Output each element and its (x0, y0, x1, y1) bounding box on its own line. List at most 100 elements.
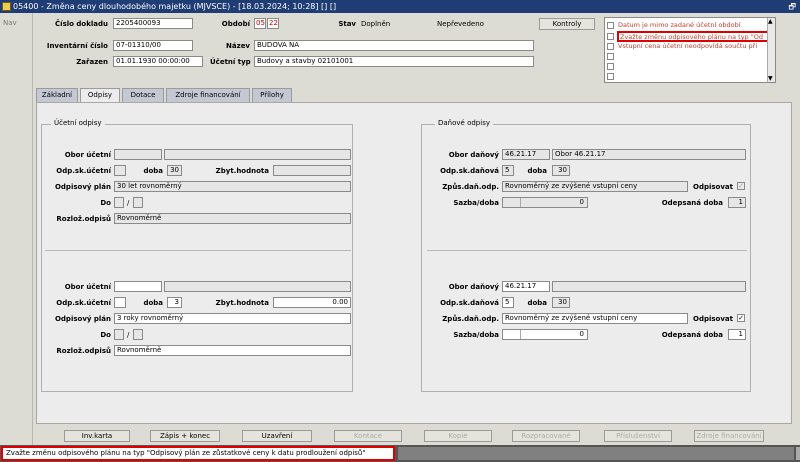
tab-odpisy[interactable]: Odpisy (80, 88, 120, 103)
obdobi-month-field[interactable]: 05 (254, 18, 266, 29)
tab-dotace[interactable]: Dotace (122, 88, 164, 102)
doba-field[interactable]: 30 (552, 165, 570, 176)
do-a-field[interactable] (114, 329, 124, 340)
message-checkbox[interactable] (607, 73, 614, 80)
zarazen-field[interactable]: 01.01.1930 00:00:00 (113, 56, 203, 67)
odp-sk-ucetni-field[interactable] (114, 297, 126, 308)
obor-danovy-name-field: Obor 46.21.17 (552, 149, 746, 160)
kontace-button[interactable]: Kontace (334, 430, 402, 442)
tab-zdroje-financovani[interactable]: Zdroje financování (166, 88, 250, 102)
do-a-field[interactable] (114, 197, 124, 208)
odepsana-doba-field[interactable]: 1 (728, 329, 746, 340)
message-checkbox[interactable] (607, 63, 614, 70)
stav-label: Stav (338, 20, 356, 28)
odp-sk-danova-field[interactable]: 5 (502, 297, 514, 308)
tab-prilohy[interactable]: Přílohy (252, 88, 292, 102)
odp-sk-ucetni-field[interactable] (114, 165, 126, 176)
obor-danovy-code-field[interactable]: 46.21.17 (502, 281, 550, 292)
doba-label: doba (143, 167, 163, 175)
obor-ucetni-code-field[interactable] (114, 149, 162, 160)
kontroly-button[interactable]: Kontroly (539, 18, 595, 30)
tab-zakladni[interactable]: Základní (36, 88, 78, 102)
obor-danovy-code-field[interactable]: 46.21.17 (502, 149, 550, 160)
obor-ucetni-name-field (164, 281, 351, 292)
doba-label: doba (143, 299, 163, 307)
danove-odpisy-title: Daňové odpisy (435, 119, 493, 127)
restore-window-icon[interactable]: 🗗 (788, 0, 796, 13)
doba-label: doba (527, 299, 547, 307)
doba-value[interactable]: 0 (580, 198, 584, 207)
scroll-down-icon[interactable]: ▼ (768, 75, 773, 82)
sazba-doba-field[interactable]: 0 (502, 329, 588, 340)
doba-field[interactable]: 30 (167, 165, 182, 176)
message-checkbox[interactable] (607, 33, 614, 40)
obor-ucetni-code-field[interactable] (114, 281, 162, 292)
do-b-field[interactable] (133, 329, 143, 340)
zpus-dan-odp-field[interactable]: Rovnoměrný ze zvýšené vstupní ceny (502, 181, 688, 192)
doba-value[interactable]: 0 (580, 330, 584, 339)
message-checkbox[interactable] (607, 43, 614, 50)
odpisovy-plan-label: Odpisový plán (54, 315, 111, 323)
odpisovat-label: Odpisovat (693, 315, 733, 323)
sazba-field[interactable] (503, 198, 521, 207)
zbyt-hodnota-field[interactable] (273, 165, 351, 176)
doba-field[interactable]: 30 (552, 297, 570, 308)
uzavreni-button[interactable]: Uzavření (242, 430, 312, 442)
odepsana-doba-label: Odepsaná doba (661, 331, 723, 339)
messages-scrollbar[interactable]: ▲ ▼ (767, 18, 775, 82)
zpus-dan-odp-field[interactable]: Rovnoměrný ze zvýšené vstupní ceny (502, 313, 688, 324)
nazev-field[interactable]: BUDOVA NA (254, 40, 534, 51)
odp-sk-ucetni-label: Odp.sk.účetní (56, 299, 111, 307)
odpisovat-label: Odpisovat (693, 183, 733, 191)
nav-panel[interactable]: Nav (0, 13, 33, 445)
obor-danovy-name-field (552, 281, 746, 292)
message-item[interactable] (605, 72, 769, 81)
odpisovat-checkbox[interactable]: ✓ (737, 314, 745, 322)
doba-label: doba (527, 167, 547, 175)
message-checkbox[interactable] (607, 22, 614, 29)
prislusenstvi-button[interactable]: Příslušenství (604, 430, 672, 442)
sazba-doba-label: Sazba/doba (453, 199, 499, 207)
obor-ucetni-label: Obor účetní (64, 151, 111, 159)
zbyt-hodnota-field[interactable]: 0.00 (273, 297, 351, 308)
rozloz-odpisu-label: Rozlož.odpisů (56, 215, 111, 223)
odpisovy-plan-field[interactable]: 3 roky rovnoměrný (114, 313, 351, 324)
kopie-button[interactable]: Kopie (424, 430, 492, 442)
zapis-konec-button[interactable]: Zápis + konec (150, 430, 220, 442)
odpisovy-plan-label: Odpisový plán (54, 183, 111, 191)
nav-label[interactable]: Nav (3, 19, 17, 27)
danove-separator (427, 250, 747, 251)
rozloz-odpisu-field[interactable]: Rovnoměrně (114, 213, 351, 224)
app-icon (2, 2, 11, 11)
sazba-doba-field[interactable]: 0 (502, 197, 588, 208)
do-separator: / (127, 331, 130, 339)
do-b-field[interactable] (133, 197, 143, 208)
odp-sk-ucetni-label: Odp.sk.účetní (56, 167, 111, 175)
rozloz-odpisu-field[interactable]: Rovnoměrně (114, 345, 351, 356)
inv-karta-button[interactable]: Inv.karta (64, 430, 130, 442)
odp-sk-danova-label: Odp.sk.daňová (440, 167, 499, 175)
obdobi-year-field[interactable]: 22 (267, 18, 279, 29)
message-item[interactable] (605, 32, 769, 41)
doba-field[interactable]: 3 (167, 297, 182, 308)
zdroje-financovani-button[interactable]: Zdroje financování (694, 430, 764, 442)
message-item[interactable]: Vstupní cena účetní neodpovídá součtu př… (605, 42, 769, 51)
ucetni-typ-field[interactable]: Budovy a stavby 02101001 (254, 56, 534, 67)
message-item[interactable] (605, 62, 769, 71)
messages-list[interactable]: Datum je mimo zadané účetní období Zvažt… (604, 17, 776, 83)
odp-sk-danova-field[interactable]: 5 (502, 165, 514, 176)
odpisovy-plan-field[interactable]: 30 let rovnoměrný (114, 181, 351, 192)
zbyt-hodnota-label: Zbyt.hodnota (215, 167, 269, 175)
scroll-up-icon[interactable]: ▲ (768, 18, 773, 25)
inventarni-cislo-field[interactable]: 07-01310/00 (113, 40, 193, 51)
odpisovat-checkbox[interactable]: ✓ (737, 182, 745, 190)
danove-odpisy-group (421, 124, 751, 392)
rozpracovane-button[interactable]: Rozpracované (512, 430, 580, 442)
sazba-field[interactable] (503, 330, 521, 339)
odepsana-doba-field[interactable]: 1 (728, 197, 746, 208)
zpus-dan-odp-label: Způs.daň.odp. (442, 315, 499, 323)
message-item[interactable] (605, 52, 769, 61)
message-checkbox[interactable] (607, 53, 614, 60)
message-item[interactable]: Datum je mimo zadané účetní období (605, 21, 769, 30)
cislo-dokladu-field[interactable]: 2205400093 (113, 18, 193, 29)
